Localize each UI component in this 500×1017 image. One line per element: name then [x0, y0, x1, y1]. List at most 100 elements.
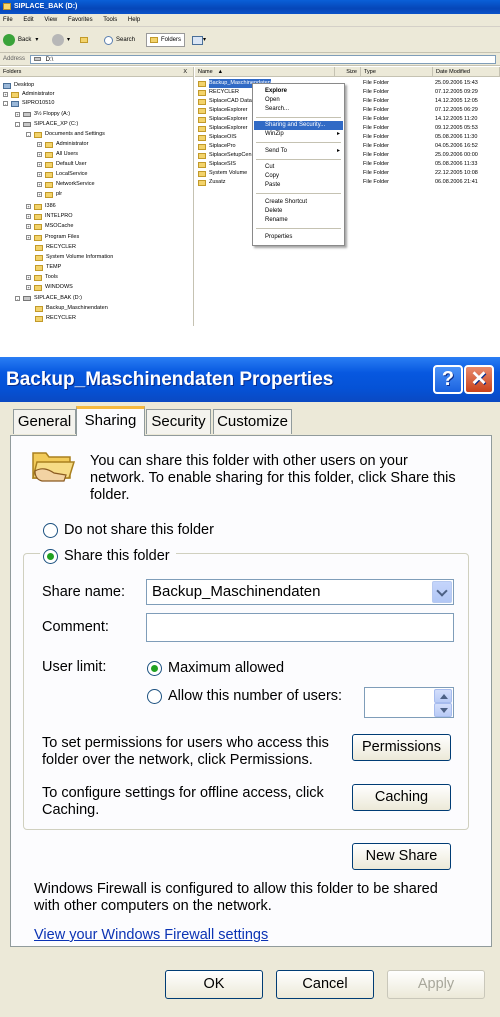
tree-item[interactable]: + MSOCache [26, 222, 73, 231]
tree-item[interactable]: + WINDOWS [26, 283, 73, 292]
apply-button[interactable]: Apply [387, 970, 485, 999]
column-header-date[interactable]: Date Modified [433, 67, 500, 77]
tree-item[interactable]: System Volume Information [35, 253, 113, 262]
search-button[interactable]: Search [104, 33, 135, 47]
expand-icon[interactable]: + [26, 235, 31, 240]
expand-icon[interactable]: + [37, 172, 42, 177]
firewall-settings-link[interactable]: View your Windows Firewall settings [34, 927, 268, 943]
tree-item[interactable]: - Documents and Settings [26, 130, 105, 139]
menu-item-properties[interactable]: Properties [254, 233, 343, 242]
tree-item[interactable]: Backup_Maschinendaten [35, 304, 108, 313]
back-button[interactable]: Back ▾ [3, 33, 38, 47]
expand-icon[interactable]: + [37, 162, 42, 167]
column-header-name[interactable]: Name ▲ [195, 67, 335, 77]
allow-number-radio[interactable] [147, 689, 162, 704]
share-name-combo[interactable]: Backup_Maschinendaten [146, 579, 454, 605]
menu-item-delete[interactable]: Delete [254, 207, 343, 216]
tree-item[interactable]: + NetworkService [37, 180, 95, 189]
tree-item[interactable]: - SIPRO10510 [3, 99, 54, 108]
expand-icon[interactable]: + [26, 275, 31, 280]
do-not-share-radio[interactable] [43, 523, 58, 538]
permissions-button[interactable]: Permissions [352, 734, 451, 761]
expand-icon[interactable]: + [37, 182, 42, 187]
expand-icon[interactable]: + [26, 214, 31, 219]
close-button[interactable]: ✕ [464, 365, 494, 394]
views-button[interactable]: ▾ [192, 33, 206, 47]
menu-item-explore[interactable]: Explore [254, 87, 343, 96]
file-row[interactable]: SiplaceExplorer File Folder 07.12.2005 06:… [195, 106, 500, 115]
tree-item[interactable]: + Default User [37, 160, 87, 169]
menu-item-winzip[interactable]: WinZip ▸ [254, 130, 343, 139]
file-row[interactable]: SiplaceSetupCen File Folder 25.09.2006 00:… [195, 151, 500, 160]
forward-button[interactable]: ▾ [52, 33, 70, 47]
tree-item[interactable]: - SIPLACE_XP (C:) [15, 120, 78, 129]
spin-up-icon[interactable] [434, 689, 452, 703]
expand-icon[interactable]: + [37, 142, 42, 147]
menu-file[interactable]: File [3, 17, 13, 23]
menu-item-open[interactable]: Open [254, 96, 343, 105]
tree-item[interactable]: + INTELPRO [26, 212, 73, 221]
menu-edit[interactable]: Edit [23, 17, 33, 23]
expand-icon[interactable]: + [26, 224, 31, 229]
file-row[interactable]: SiplaceSIS File Folder 05.08.2006 11:33 [195, 160, 500, 169]
help-button[interactable]: ? [433, 365, 463, 394]
tree-item[interactable]: + Administrator [37, 140, 88, 149]
file-row[interactable]: SiplaceOIS File Folder 05.08.2006 11:30 [195, 133, 500, 142]
file-row[interactable]: SiplaceExplorer File Folder 14.12.2005 11:… [195, 115, 500, 124]
menu-item-paste[interactable]: Paste [254, 181, 343, 190]
tree-item[interactable]: + plr [37, 190, 62, 199]
collapse-icon[interactable]: - [26, 132, 31, 137]
menu-item-rename[interactable]: Rename [254, 216, 343, 225]
tab-general[interactable]: General [13, 409, 76, 434]
tree-item[interactable]: + I386 [26, 202, 56, 211]
file-row[interactable]: SiplacePro File Folder 04.05.2006 16:52 [195, 142, 500, 151]
expand-icon[interactable]: + [26, 204, 31, 209]
tree-item[interactable]: + Administrator [3, 90, 54, 99]
menu-item-send-to[interactable]: Send To ▸ [254, 147, 343, 156]
ok-button[interactable]: OK [165, 970, 263, 999]
tree-item[interactable]: + Program Files [26, 233, 79, 242]
maximum-allowed-label[interactable]: Maximum allowed [168, 660, 284, 677]
expand-icon[interactable]: + [37, 192, 42, 197]
tree-item[interactable]: RECYCLER [35, 243, 76, 252]
address-input[interactable]: D:\ [30, 55, 496, 64]
file-row[interactable]: System Volume File Folder 22.12.2005 10:08 [195, 169, 500, 178]
menu-help[interactable]: Help [128, 17, 140, 23]
up-folder-button[interactable] [80, 33, 91, 47]
collapse-icon[interactable]: - [3, 101, 8, 106]
tree-item[interactable]: TEMP [35, 263, 61, 272]
do-not-share-label[interactable]: Do not share this folder [64, 522, 214, 539]
tree-item[interactable]: - SIPLACE_BAK (D:) [15, 294, 82, 303]
caching-button[interactable]: Caching [352, 784, 451, 811]
tab-security[interactable]: Security [146, 409, 211, 434]
tab-customize[interactable]: Customize [213, 409, 292, 434]
comment-input[interactable] [146, 613, 454, 642]
tree-item[interactable]: + LocalService [37, 170, 88, 179]
tree-item[interactable]: + All Users [37, 150, 78, 159]
spin-down-icon[interactable] [434, 703, 452, 717]
share-folder-label[interactable]: Share this folder [64, 548, 170, 565]
file-row[interactable]: SiplaceCAD Data File Folder 14.12.2005 12:… [195, 97, 500, 106]
expand-icon[interactable]: + [3, 92, 8, 97]
menu-item-create-shortcut[interactable]: Create Shortcut [254, 198, 343, 207]
menu-item-sharing-security[interactable]: Sharing and Security... [254, 121, 343, 130]
menu-item-cut[interactable]: Cut [254, 163, 343, 172]
tab-sharing[interactable]: Sharing [76, 406, 145, 436]
tree-item[interactable]: + Tools [26, 273, 58, 282]
collapse-icon[interactable]: - [15, 122, 20, 127]
expand-icon[interactable]: + [15, 112, 20, 117]
new-share-button[interactable]: New Share [352, 843, 451, 870]
menu-item-search[interactable]: Search... [254, 105, 343, 114]
chevron-down-icon[interactable] [432, 581, 452, 603]
tree-item[interactable]: Desktop [3, 81, 34, 90]
allow-number-label[interactable]: Allow this number of users: [168, 688, 342, 705]
expand-icon[interactable]: + [26, 285, 31, 290]
file-row[interactable]: Zusatz File Folder 06.08.2006 21:41 [195, 178, 500, 187]
menu-favorites[interactable]: Favorites [68, 17, 93, 23]
column-header-size[interactable]: Size [335, 67, 361, 77]
cancel-button[interactable]: Cancel [276, 970, 374, 999]
menu-view[interactable]: View [44, 17, 57, 23]
share-folder-radio[interactable] [43, 549, 58, 564]
expand-icon[interactable]: + [37, 152, 42, 157]
column-header-type[interactable]: Type [361, 67, 433, 77]
